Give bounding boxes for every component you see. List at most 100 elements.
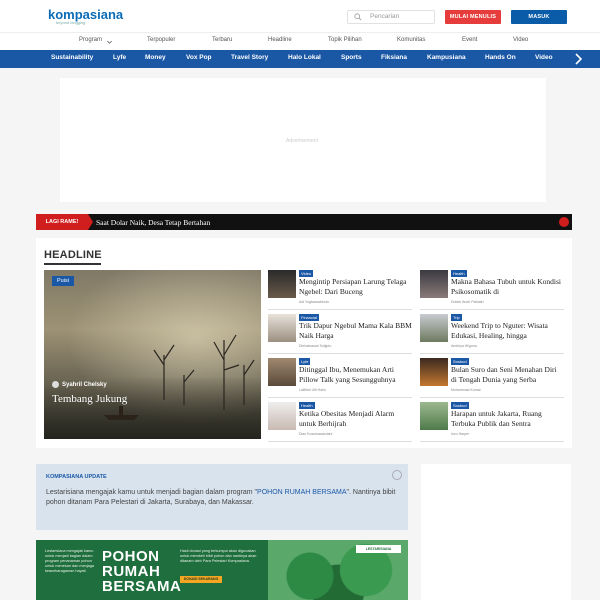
article-title[interactable]: Harapan untuk Jakarta, Ruang Terbuka Pub… (451, 409, 564, 429)
category-badge: Video (299, 270, 314, 277)
article-author: Diniratnasari Sutjipto (299, 344, 332, 348)
list-item[interactable]: Video Mengintip Persiapan Larung Telaga … (268, 270, 412, 310)
subnav-item-topik-pilihan[interactable]: Topik Pilihan (328, 37, 362, 43)
nav-item-lyfe[interactable]: Lyfe (113, 54, 126, 61)
subnav-item-headline[interactable]: Headline (268, 37, 292, 43)
donate-button[interactable]: DONASI SEKARANG (180, 576, 222, 583)
nav-item-hands-on[interactable]: Hands On (485, 54, 516, 61)
article-title[interactable]: Bulan Suro dan Seni Menahan Diri di Teng… (451, 365, 564, 385)
hero-author[interactable]: Syahril Chelsky (52, 381, 107, 388)
nav-item-travel-story[interactable]: Travel Story (231, 54, 268, 61)
write-button[interactable]: MULAI MENULIS (445, 10, 501, 24)
category-badge: Health (451, 270, 467, 277)
avatar (52, 381, 59, 388)
category-badge: Sosbud (451, 358, 469, 365)
ticker-label: LAGI RAME! (36, 214, 93, 230)
search-icon (354, 13, 362, 21)
article-author: Lailillah Ulfi Haris (299, 388, 326, 392)
article-title[interactable]: Ditinggal Ibu, Menemukan Arti Pillow Tal… (299, 365, 412, 385)
section-title-underline (44, 263, 101, 265)
hero-category-badge[interactable]: Puisi (52, 276, 74, 286)
promo-banner[interactable]: Lestarisiana mengajak kamu untuk menjadi… (36, 540, 408, 600)
nav-item-video[interactable]: Video (535, 54, 553, 61)
nav-item-vox-pop[interactable]: Vox Pop (186, 54, 212, 61)
update-body-prefix: Lestarisiana mengajak kamu untuk menjadi… (46, 489, 258, 496)
article-title[interactable]: Trik Dapur Ngebul Mama Kala BBM Naik Har… (299, 321, 412, 341)
hero-author-name: Syahril Chelsky (62, 382, 107, 389)
list-item[interactable]: Financial Trik Dapur Ngebul Mama Kala BB… (268, 314, 412, 354)
nav-item-sports[interactable]: Sports (341, 54, 362, 61)
banner-brand-logo: LESTARISIANA (356, 545, 401, 553)
nav-item-sustainability[interactable]: Sustainability (51, 54, 93, 61)
article-title[interactable]: Ketika Obesitas Menjadi Alarm untuk Berh… (299, 409, 412, 429)
list-item[interactable]: Lyfe Ditinggal Ibu, Menemukan Arti Pillo… (268, 358, 412, 398)
banner-left-text: Lestarisiana mengajak kamu untuk menjadi… (45, 549, 94, 573)
headline-section: HEADLINE Puisi Syahril Chelsky Tembang J… (36, 238, 572, 448)
update-heading: KOMPASIANA UPDATE (46, 474, 107, 480)
article-thumbnail (268, 314, 296, 342)
subnav-item-komunitas[interactable]: Komunitas (397, 37, 425, 43)
banner-headline-line: POHON (102, 548, 160, 565)
hero-title[interactable]: Tembang Jukung (52, 393, 127, 405)
list-item[interactable]: Trip Weekend Trip to Nguter: Wisata Eduk… (420, 314, 564, 354)
article-thumbnail (268, 270, 296, 298)
site-tagline: beyond blogging (56, 20, 86, 25)
article-title[interactable]: Makna Bahasa Tubuh untuk Kondisi Psikoso… (451, 277, 564, 297)
category-badge: Sosbud (451, 402, 469, 409)
article-thumbnail (420, 270, 448, 298)
hero-image-trees (104, 334, 255, 420)
close-icon[interactable] (392, 470, 402, 480)
article-thumbnail (420, 402, 448, 430)
fire-icon (559, 217, 569, 227)
article-author: Dian Kusumawardani (299, 432, 333, 436)
article-author: Dokter Andri Psikiatri (451, 300, 484, 304)
sidebar-panel (421, 464, 571, 600)
category-badge: Trip (451, 314, 462, 321)
article-thumbnail (420, 358, 448, 386)
search-placeholder: Pencarian (370, 13, 400, 20)
article-thumbnail (268, 402, 296, 430)
subnav-item-terpopuler[interactable]: Terpopuler (147, 37, 175, 43)
hero-article[interactable]: Puisi Syahril Chelsky Tembang Jukung (44, 270, 261, 439)
list-item[interactable]: Sosbud Harapan untuk Jakarta, Ruang Terb… (420, 402, 564, 442)
article-author: Muhammad Kumar (451, 388, 481, 392)
subnav-item-program[interactable]: Program (79, 37, 102, 43)
chevron-right-icon[interactable] (574, 53, 582, 65)
nav-item-fiksiana[interactable]: Fiksiana (381, 54, 407, 61)
advertisement-slot: Advertisement (60, 78, 546, 202)
section-title: HEADLINE (44, 249, 102, 261)
banner-headline-line: RUMAH (102, 563, 161, 580)
article-title[interactable]: Weekend Trip to Nguter: Wisata Edukasi, … (451, 321, 564, 341)
nav-item-halo-lokal[interactable]: Halo Lokal (288, 54, 321, 61)
main-navigation: Sustainability Lyfe Money Vox Pop Travel… (0, 50, 600, 68)
login-button[interactable]: MASUK (511, 10, 567, 24)
banner-description: Hasil donasi yang terkumpul akan digunak… (180, 549, 257, 563)
article-title[interactable]: Mengintip Persiapan Larung Telaga Ngebel… (299, 277, 412, 297)
category-badge: Lyfe (299, 358, 311, 365)
list-item[interactable]: Health Makna Bahasa Tubuh untuk Kondisi … (420, 270, 564, 310)
subnav-item-event[interactable]: Event (462, 37, 477, 43)
article-author: Ambhya Wiguna (451, 344, 477, 348)
nav-item-kampusiana[interactable]: Kampusiana (427, 54, 466, 61)
ad-label: Advertisement (286, 138, 318, 144)
ticker-text[interactable]: Saat Dolar Naik, Desa Tetap Bertahan (96, 218, 210, 227)
banner-headline: POHON RUMAH BERSAMA (102, 549, 181, 594)
list-item[interactable]: Sosbud Bulan Suro dan Seni Menahan Diri … (420, 358, 564, 398)
article-author: Inco Harper (451, 432, 470, 436)
chevron-down-icon (107, 41, 112, 44)
kompasiana-update-box: KOMPASIANA UPDATE Lestarisiana mengajak … (36, 464, 408, 530)
update-link[interactable]: POHON RUMAH BERSAMA (257, 489, 346, 496)
category-badge: Financial (299, 314, 320, 321)
article-thumbnail (268, 358, 296, 386)
sub-navigation: Program Terpopuler Terbaru Headline Topi… (0, 32, 600, 50)
nav-item-money[interactable]: Money (145, 54, 166, 61)
subnav-item-video[interactable]: Video (513, 37, 528, 43)
category-badge: Health (299, 402, 315, 409)
article-author: Adi Yogiwaswidodo (299, 300, 329, 304)
search-input[interactable]: Pencarian (347, 10, 435, 24)
top-bar: kompasiana beyond blogging Pencarian MUL… (0, 0, 600, 32)
article-thumbnail (420, 314, 448, 342)
banner-headline-line: BERSAMA (102, 578, 182, 595)
list-item[interactable]: Health Ketika Obesitas Menjadi Alarm unt… (268, 402, 412, 442)
subnav-item-terbaru[interactable]: Terbaru (212, 37, 232, 43)
